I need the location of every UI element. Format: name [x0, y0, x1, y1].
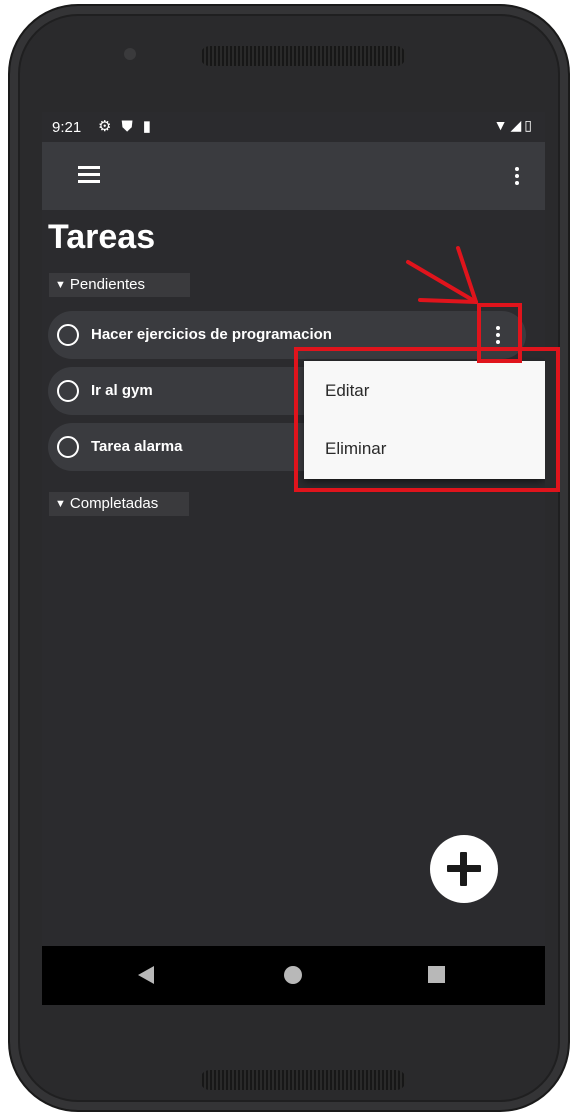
- vertical-dots-icon[interactable]: [509, 162, 525, 190]
- front-camera: [124, 48, 136, 60]
- task-label: Ir al gym: [91, 382, 153, 399]
- gear-icon: ⚙: [98, 118, 122, 135]
- section-header-pendientes[interactable]: ▼ Pendientes: [49, 273, 190, 297]
- status-right-icons: ▼◢▯: [494, 117, 535, 134]
- section-label: Pendientes: [69, 276, 145, 293]
- section-header-completadas[interactable]: ▼ Completadas: [49, 492, 189, 516]
- task-label: Tarea alarma: [91, 438, 183, 455]
- hamburger-icon[interactable]: [78, 166, 102, 186]
- caret-down-icon: ▼: [55, 498, 66, 510]
- status-time: 9:21: [52, 119, 82, 136]
- task-checkbox[interactable]: [57, 324, 79, 346]
- page-title: Tareas: [48, 218, 156, 256]
- app-screen: 9:21 ⚙⛊▮ ▼◢▯ Tareas ▼ Pendientes Hacer ej…: [42, 112, 545, 1005]
- task-context-menu: Editar Eliminar: [304, 361, 545, 479]
- navigation-bar: [42, 946, 545, 1005]
- task-more-icon[interactable]: [490, 321, 506, 349]
- wifi-icon: ▼: [493, 117, 511, 133]
- task-label: Hacer ejercicios de programacion: [91, 326, 332, 343]
- recents-icon[interactable]: [428, 966, 445, 983]
- caret-down-icon: ▼: [55, 279, 66, 291]
- task-checkbox[interactable]: [57, 436, 79, 458]
- signal-icon: ◢: [510, 117, 525, 133]
- bottom-speaker: [200, 1070, 406, 1090]
- app-bar: [42, 142, 545, 210]
- add-task-button[interactable]: [430, 835, 498, 903]
- battery-icon: ▯: [524, 117, 535, 133]
- task-item[interactable]: Hacer ejercicios de programacion: [48, 311, 526, 359]
- status-bar: 9:21 ⚙⛊▮ ▼◢▯: [42, 112, 545, 142]
- home-icon[interactable]: [284, 966, 302, 984]
- shield-icon: ⛊: [121, 118, 143, 135]
- menu-item-delete[interactable]: Eliminar: [304, 421, 545, 477]
- back-icon[interactable]: [138, 966, 154, 984]
- status-left-icons: ⚙⛊▮: [98, 117, 161, 135]
- top-speaker: [200, 46, 406, 66]
- menu-item-edit[interactable]: Editar: [304, 363, 545, 419]
- task-checkbox[interactable]: [57, 380, 79, 402]
- sd-card-icon: ▮: [142, 118, 161, 135]
- section-label: Completadas: [69, 495, 159, 512]
